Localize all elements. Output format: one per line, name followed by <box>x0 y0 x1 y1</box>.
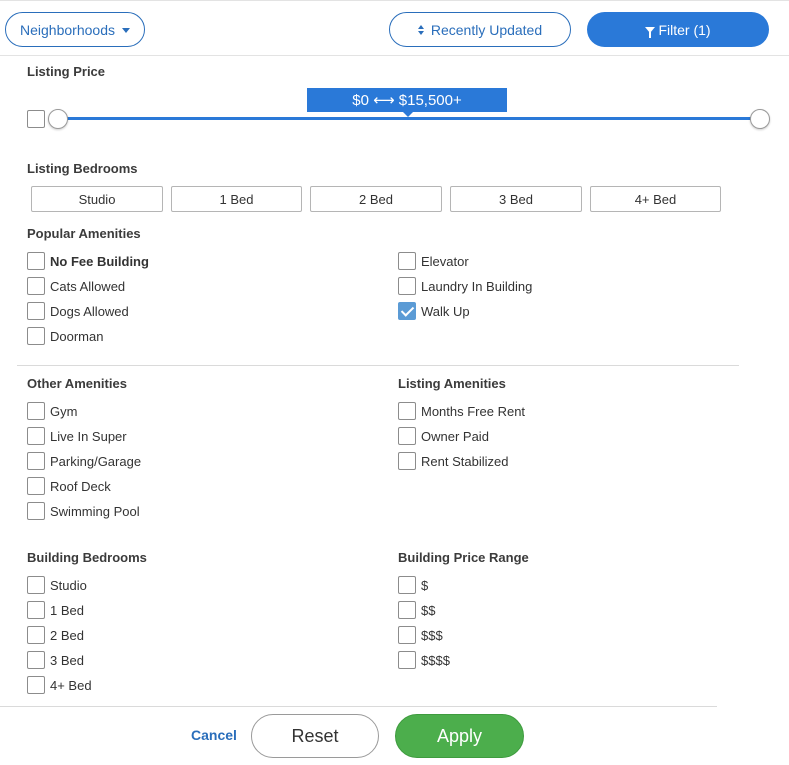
bed-option-studio[interactable]: Studio <box>31 186 163 212</box>
checkbox-building-3-bed[interactable] <box>27 651 45 669</box>
price-range-tooltip: $0 ⟷ $15,500+ <box>307 88 507 117</box>
reset-button[interactable]: Reset <box>251 714 379 758</box>
checkbox-gym[interactable] <box>27 402 45 420</box>
label-no-fee-building[interactable]: No Fee Building <box>50 254 149 269</box>
label-building-1-bed[interactable]: 1 Bed <box>50 603 84 618</box>
checkbox-months-free-rent[interactable] <box>398 402 416 420</box>
label-live-in-super[interactable]: Live In Super <box>50 429 127 444</box>
other-amenities-heading: Other Amenities <box>27 376 127 391</box>
footer-divider <box>0 706 717 707</box>
bed-option-2[interactable]: 2 Bed <box>310 186 442 212</box>
checkbox-building-studio[interactable] <box>27 576 45 594</box>
sort-label: Recently Updated <box>430 21 543 38</box>
filter-button[interactable]: Filter (1) <box>587 12 769 47</box>
label-price-4[interactable]: $$$$ <box>421 653 450 668</box>
label-building-2-bed[interactable]: 2 Bed <box>50 628 84 643</box>
checkbox-elevator[interactable] <box>398 252 416 270</box>
section-divider <box>17 365 739 366</box>
price-slider-min-handle[interactable] <box>48 109 68 129</box>
sort-icon <box>417 24 424 35</box>
label-months-free-rent[interactable]: Months Free Rent <box>421 404 525 419</box>
checkbox-laundry-in-building[interactable] <box>398 277 416 295</box>
checkbox-building-2-bed[interactable] <box>27 626 45 644</box>
label-elevator[interactable]: Elevator <box>421 254 469 269</box>
checkbox-building-1-bed[interactable] <box>27 601 45 619</box>
label-parking-garage[interactable]: Parking/Garage <box>50 454 141 469</box>
checkbox-parking-garage[interactable] <box>27 452 45 470</box>
label-dogs-allowed[interactable]: Dogs Allowed <box>50 304 129 319</box>
checkbox-dogs-allowed[interactable] <box>27 302 45 320</box>
filter-label: Filter (1) <box>658 21 711 38</box>
label-owner-paid[interactable]: Owner Paid <box>421 429 489 444</box>
label-building-3-bed[interactable]: 3 Bed <box>50 653 84 668</box>
checkbox-rent-stabilized[interactable] <box>398 452 416 470</box>
checkbox-price-1[interactable] <box>398 576 416 594</box>
checkbox-owner-paid[interactable] <box>398 427 416 445</box>
bed-option-3[interactable]: 3 Bed <box>450 186 582 212</box>
checkbox-doorman[interactable] <box>27 327 45 345</box>
label-building-4plus-bed[interactable]: 4+ Bed <box>50 678 92 693</box>
checkbox-live-in-super[interactable] <box>27 427 45 445</box>
filter-icon <box>645 26 656 38</box>
checkbox-price-2[interactable] <box>398 601 416 619</box>
label-gym[interactable]: Gym <box>50 404 77 419</box>
bed-option-1[interactable]: 1 Bed <box>171 186 302 212</box>
price-slider-track[interactable] <box>58 117 760 120</box>
label-cats-allowed[interactable]: Cats Allowed <box>50 279 125 294</box>
label-price-2[interactable]: $$ <box>421 603 435 618</box>
label-price-1[interactable]: $ <box>421 578 428 593</box>
cancel-link[interactable]: Cancel <box>191 727 237 743</box>
neighborhoods-label: Neighborhoods <box>20 21 115 38</box>
apply-button[interactable]: Apply <box>395 714 524 758</box>
sort-dropdown[interactable]: Recently Updated <box>389 12 571 47</box>
label-roof-deck[interactable]: Roof Deck <box>50 479 111 494</box>
header-divider <box>0 55 789 56</box>
building-bedrooms-heading: Building Bedrooms <box>27 550 147 565</box>
checkbox-no-fee-building[interactable] <box>27 252 45 270</box>
checkbox-roof-deck[interactable] <box>27 477 45 495</box>
label-swimming-pool[interactable]: Swimming Pool <box>50 504 140 519</box>
bed-option-4plus[interactable]: 4+ Bed <box>590 186 721 212</box>
checkbox-building-4plus-bed[interactable] <box>27 676 45 694</box>
label-doorman[interactable]: Doorman <box>50 329 103 344</box>
neighborhoods-dropdown[interactable]: Neighborhoods <box>5 12 145 47</box>
checkbox-swimming-pool[interactable] <box>27 502 45 520</box>
label-laundry-in-building[interactable]: Laundry In Building <box>421 279 532 294</box>
checkbox-walk-up[interactable] <box>398 302 416 320</box>
checkbox-price-3[interactable] <box>398 626 416 644</box>
listing-bedrooms-heading: Listing Bedrooms <box>27 161 138 176</box>
label-walk-up[interactable]: Walk Up <box>421 304 470 319</box>
chevron-down-icon <box>121 28 130 33</box>
label-rent-stabilized[interactable]: Rent Stabilized <box>421 454 508 469</box>
checkbox-price-4[interactable] <box>398 651 416 669</box>
price-slider-max-handle[interactable] <box>750 109 770 129</box>
listing-price-heading: Listing Price <box>27 64 106 79</box>
listing-amenities-heading: Listing Amenities <box>398 376 506 391</box>
popular-amenities-heading: Popular Amenities <box>27 226 141 241</box>
top-border <box>0 0 789 4</box>
building-price-range-heading: Building Price Range <box>398 550 529 565</box>
price-checkbox[interactable] <box>27 110 45 128</box>
label-price-3[interactable]: $$$ <box>421 628 443 643</box>
label-building-studio[interactable]: Studio <box>50 578 87 593</box>
checkbox-cats-allowed[interactable] <box>27 277 45 295</box>
